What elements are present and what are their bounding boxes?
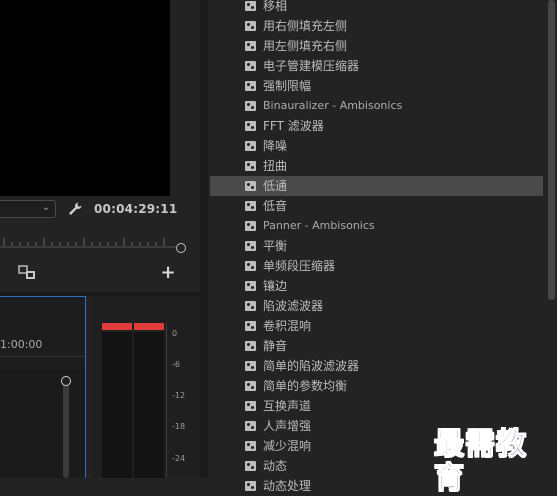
- timeline-vertical-scrollbar[interactable]: [63, 378, 69, 478]
- effect-list-item[interactable]: 简单的陷波滤波器: [210, 356, 543, 376]
- audio-effect-icon: [245, 341, 256, 351]
- effect-list-item[interactable]: 卷积混响: [210, 316, 543, 336]
- effect-label: 用右侧填充左侧: [263, 19, 348, 33]
- audio-effect-icon: [245, 61, 256, 71]
- audio-effect-icon: [245, 41, 256, 51]
- timeline-scroll-handle[interactable]: [61, 376, 71, 386]
- audio-effects-list: 移相用右侧填充左侧 用左侧填充右侧 电子管建模压缩器 强制限幅 Binauralizer…: [210, 0, 543, 496]
- audio-effect-icon: [245, 321, 256, 331]
- effect-label: 平衡: [263, 239, 288, 253]
- effect-list-item[interactable]: 简单的参数均衡: [210, 376, 543, 396]
- program-monitor-viewport: [0, 0, 170, 196]
- audio-effect-icon: [245, 281, 256, 291]
- playhead-timecode[interactable]: 00:04:29:11: [94, 200, 177, 218]
- effect-label: 低音: [263, 199, 288, 213]
- meter-db-label: -6: [172, 360, 180, 369]
- timeline-ruler-line: [0, 356, 85, 357]
- audio-effect-icon: [245, 301, 256, 311]
- audio-effect-icon: [245, 181, 256, 191]
- effect-list-item[interactable]: 镶边: [210, 276, 543, 296]
- meter-scale-line: [166, 323, 167, 478]
- audio-effect-icon: [245, 81, 256, 91]
- effect-list-item[interactable]: 强制限幅: [210, 76, 543, 96]
- effect-list-item[interactable]: 用右侧填充左侧: [210, 16, 543, 36]
- effect-label: 动态处理: [263, 479, 312, 493]
- effect-label: 用左侧填充右侧: [263, 39, 348, 53]
- effect-label: 减少混响: [263, 439, 312, 453]
- effect-label: 静音: [263, 339, 288, 353]
- wrench-icon[interactable]: [66, 200, 84, 218]
- effect-label: 卷积混响: [263, 319, 312, 333]
- audio-effect-icon: [245, 421, 256, 431]
- timeline-tick-label: 1:00:00: [0, 338, 43, 351]
- effect-list-item[interactable]: FFT 滤波器: [210, 116, 543, 136]
- add-button-plus-icon[interactable]: +: [160, 264, 176, 282]
- audio-effect-icon: [245, 241, 256, 251]
- effect-list-item[interactable]: 电子管建模压缩器: [210, 56, 543, 76]
- chevron-down-icon[interactable]: ⌄: [40, 202, 52, 214]
- meter-channel-right: [134, 332, 164, 478]
- effect-label: 互换声道: [263, 399, 312, 413]
- audio-effect-icon: [245, 401, 256, 411]
- effect-label: Binauralizer - Ambisonics: [263, 99, 403, 112]
- effect-label: 强制限幅: [263, 79, 312, 93]
- monitor-time-ruler[interactable]: [0, 230, 184, 256]
- audio-effect-icon: [245, 221, 256, 231]
- watermark-logo: 最需教育: [434, 427, 527, 496]
- audio-effect-icon: [245, 161, 256, 171]
- effect-label: 单频段压缩器: [263, 259, 336, 273]
- effect-label: 人声增强: [263, 419, 312, 433]
- effect-label: 陷波滤波器: [263, 299, 324, 313]
- meter-peak-left: [102, 323, 132, 330]
- audio-effect-icon: [245, 261, 256, 271]
- effect-list-item[interactable]: 扭曲: [210, 156, 543, 176]
- audio-effect-icon: [245, 461, 256, 471]
- effect-list-item[interactable]: 用左侧填充右侧: [210, 36, 543, 56]
- effect-label: FFT 滤波器: [263, 119, 324, 133]
- effect-list-item[interactable]: 低通: [210, 176, 543, 196]
- meter-db-label: -24: [172, 454, 186, 463]
- effect-list-item[interactable]: 平衡: [210, 236, 543, 256]
- effect-label: 移相: [263, 0, 288, 13]
- effect-list-item[interactable]: 移相: [210, 0, 543, 16]
- audio-effect-icon: [245, 441, 256, 451]
- effect-list-item[interactable]: Binauralizer - Ambisonics: [210, 96, 543, 116]
- meter-peak-right: [134, 323, 164, 330]
- audio-effect-icon: [245, 101, 256, 111]
- audio-effect-icon: [245, 1, 256, 11]
- meter-db-label: -12: [172, 391, 186, 400]
- effect-list-item[interactable]: 单频段压缩器: [210, 256, 543, 276]
- audio-effect-icon: [245, 121, 256, 131]
- effect-list-item[interactable]: 互换声道: [210, 396, 543, 416]
- effect-list-item[interactable]: 陷波滤波器: [210, 296, 543, 316]
- monitor-side-strip: [170, 0, 200, 196]
- effect-list-item[interactable]: 静音: [210, 336, 543, 356]
- audio-effect-icon: [245, 361, 256, 371]
- effect-label: 降噪: [263, 139, 288, 153]
- audio-effect-icon: [245, 381, 256, 391]
- effect-label: 低通: [263, 179, 288, 193]
- effect-label: 简单的参数均衡: [263, 379, 348, 393]
- effect-label: 动态: [263, 459, 288, 473]
- audio-effect-icon: [245, 21, 256, 31]
- meter-db-label: 0: [172, 329, 178, 338]
- effect-label: 镶边: [263, 279, 288, 293]
- effect-label: Panner - Ambisonics: [263, 219, 375, 232]
- split-view-icon[interactable]: [18, 265, 38, 281]
- effect-list-item[interactable]: Panner - Ambisonics: [210, 216, 543, 236]
- effect-label: 扭曲: [263, 159, 288, 173]
- effect-label: 简单的陷波滤波器: [263, 359, 360, 373]
- effect-list-item[interactable]: 低音: [210, 196, 543, 216]
- meter-db-label: -18: [172, 422, 186, 431]
- timeline-track-area[interactable]: [0, 370, 85, 478]
- ruler-end-handle[interactable]: [176, 243, 186, 253]
- effects-scrollbar[interactable]: [548, 0, 555, 300]
- audio-effect-icon: [245, 141, 256, 151]
- meter-channel-left: [102, 332, 132, 478]
- effect-label: 电子管建模压缩器: [263, 59, 360, 73]
- audio-effect-icon: [245, 481, 256, 491]
- effect-list-item[interactable]: 降噪: [210, 136, 543, 156]
- audio-effect-icon: [245, 201, 256, 211]
- panel-gutter: [200, 0, 208, 478]
